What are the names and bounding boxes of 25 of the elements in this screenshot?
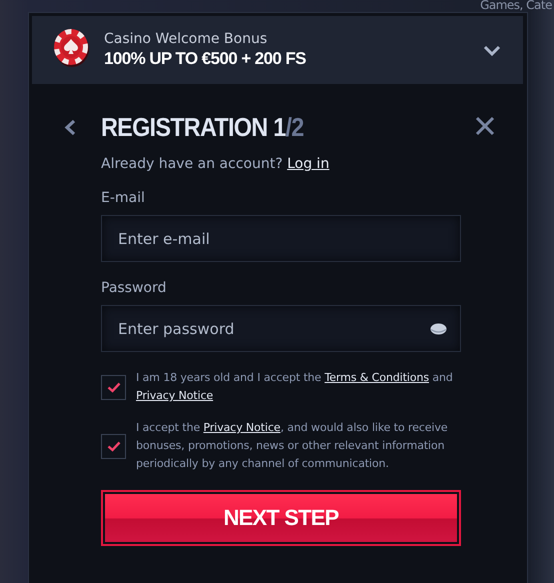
next-step-button[interactable]: NEXT STEP bbox=[101, 490, 461, 546]
close-icon[interactable] bbox=[475, 116, 495, 136]
bonus-banner[interactable]: Casino Welcome Bonus 100% UP TO €500 + 200 FS bbox=[32, 16, 523, 84]
consent-link[interactable]: Privacy Notice bbox=[136, 389, 214, 402]
checkbox[interactable] bbox=[101, 374, 126, 400]
field-label: Password bbox=[101, 280, 166, 296]
field-label: E-mail bbox=[101, 190, 145, 206]
consent-text: I am 18 years old and I accept the Terms & Conditions and Privacy Notice bbox=[136, 370, 454, 404]
email-field[interactable]: Enter e-mail bbox=[101, 215, 461, 262]
consent-link[interactable]: Privacy Notice bbox=[203, 421, 280, 434]
bonus-label: Casino Welcome Bonus bbox=[104, 31, 268, 47]
search-text: Games, Cate bbox=[480, 0, 552, 12]
eye-icon[interactable] bbox=[430, 323, 447, 335]
consent-text: I accept the Privacy Notice, and would also like to receive bonuses, promotions, news or other relevant information periodically by any channel of communication. bbox=[136, 420, 449, 472]
checkbox[interactable] bbox=[101, 434, 126, 458]
login-link[interactable]: Log in bbox=[287, 156, 330, 172]
consent-link[interactable]: Terms & Conditions bbox=[324, 371, 429, 384]
login-prompt: Already have an account? Log in bbox=[101, 156, 330, 172]
chevron-icon[interactable] bbox=[483, 44, 501, 56]
check-icon bbox=[106, 382, 120, 392]
password-field[interactable]: Enter password bbox=[101, 305, 461, 352]
dialog-title: REGISTRATION 1/2 bbox=[101, 112, 304, 142]
bonus-offer: 100% UP TO €500 + 200 FS bbox=[104, 49, 306, 69]
check-icon bbox=[106, 440, 120, 452]
back-icon[interactable] bbox=[64, 119, 76, 136]
